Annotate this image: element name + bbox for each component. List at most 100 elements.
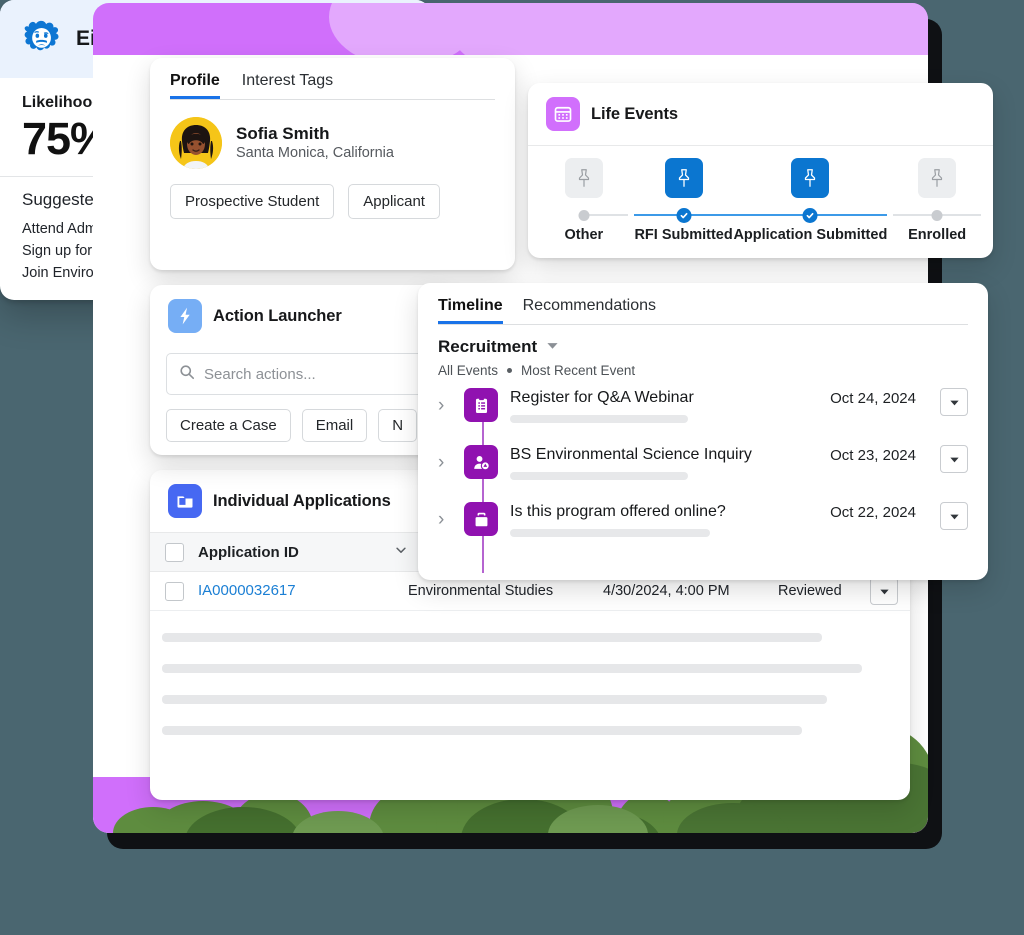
select-all-checkbox[interactable] [164,542,184,562]
skeleton-row [162,726,802,735]
pill-prospective-student[interactable]: Prospective Student [170,184,335,219]
step-dot [578,210,590,221]
action-buttons: Create a Case Email N [150,395,450,442]
timeline-section-label: Recruitment [438,337,538,356]
profile-identity-row: Sofia Smith Santa Monica, California [150,100,515,169]
profile-tabs: Profile Interest Tags [150,58,515,99]
step-dot-checked [676,208,692,223]
filter-separator-dot [507,368,513,373]
life-event-step-rfi-submitted[interactable]: RFI Submitted [633,158,734,243]
life-event-step-application-submitted[interactable]: Application Submitted [733,158,888,243]
action-launcher-header: Action Launcher [150,285,450,347]
pill-applicant[interactable]: Applicant [348,184,440,219]
create-a-case-button[interactable]: Create a Case [166,409,291,442]
individual-applications-title: Individual Applications [213,491,391,510]
row-checkbox-cell[interactable] [150,581,198,601]
timeline-item-placeholder [510,415,688,424]
life-events-card: Life Events Other RFI Submitted Applicat… [528,83,993,258]
timeline-item-body: Register for Q&A Webinar [510,388,818,424]
row-actions-button[interactable] [870,577,898,605]
chevron-down-icon[interactable] [546,337,559,357]
expand-chevron-icon[interactable]: › [438,388,452,415]
cell-datetime: 4/30/2024, 4:00 PM [603,583,730,599]
filter-most-recent-event[interactable]: Most Recent Event [521,363,635,378]
life-events-header: Life Events [528,83,993,145]
pin-icon [918,158,957,198]
skeleton-row [162,664,862,673]
step-track [534,204,634,226]
select-all-checkbox-cell[interactable] [150,542,198,562]
lightning-icon [168,299,202,333]
profile-card: Profile Interest Tags Sofia Smith Santa … [150,58,515,270]
search-icon [179,364,195,385]
einstein-icon [22,20,62,59]
timeline-item-actions-button[interactable] [940,388,968,416]
tab-recommendations[interactable]: Recommendations [523,297,656,324]
expand-chevron-icon[interactable]: › [438,502,452,529]
search-placeholder: Search actions... [204,365,316,383]
profile-identity-text: Sofia Smith Santa Monica, California [236,123,394,164]
person-inquiry-icon [464,445,498,479]
life-event-step-enrolled[interactable]: Enrolled [887,158,987,243]
search-input[interactable]: Search actions... [166,353,434,395]
life-event-step-other[interactable]: Other [534,158,634,243]
step-track [733,204,888,226]
list-item[interactable]: › Is this program offered online? Oct 22… [438,502,968,559]
profile-location: Santa Monica, California [236,144,394,161]
email-button[interactable]: Email [301,409,368,442]
timeline-item-actions-button[interactable] [940,502,968,530]
step-label: Other [564,227,604,243]
step-track [887,204,987,226]
step-track [633,204,734,226]
timeline-item-actions-button[interactable] [940,445,968,473]
skeleton-row [162,695,827,704]
row-checkbox[interactable] [164,581,184,601]
timeline-card: Timeline Recommendations Recruitment All… [418,283,988,580]
step-label: RFI Submitted [634,227,733,243]
column-header-label: Application ID [198,543,299,561]
timeline-item-title: BS Environmental Science Inquiry [510,446,752,463]
life-events-title: Life Events [591,104,678,123]
tab-profile[interactable]: Profile [170,72,220,99]
briefcase-icon [464,502,498,536]
cell-application-id[interactable]: IA0000032617 [198,582,408,600]
timeline-item-title: Is this program offered online? [510,503,726,520]
pin-icon [564,158,603,198]
expand-chevron-icon[interactable]: › [438,445,452,472]
third-action-button-truncated[interactable]: N [378,409,418,442]
avatar-illustration [170,117,222,169]
profile-pills: Prospective Student Applicant [150,169,515,219]
list-item[interactable]: › Register for Q&A Webinar Oct 24, 2024 [438,388,968,445]
timeline-tabs: Timeline Recommendations [418,283,988,324]
timeline-item-body: Is this program offered online? [510,502,818,538]
life-events-stepper: Other RFI Submitted Application Submitte… [528,146,993,243]
profile-name: Sofia Smith [236,123,330,143]
cell-status: Reviewed [778,583,842,599]
avatar [170,117,222,169]
pin-icon [791,158,830,198]
tab-timeline[interactable]: Timeline [438,297,503,324]
action-launcher-title: Action Launcher [213,306,342,325]
column-application-id[interactable]: Application ID [198,543,426,561]
timeline-section-selector[interactable]: Recruitment [418,325,988,357]
folder-icon [168,484,202,518]
timeline-item-body: BS Environmental Science Inquiry [510,445,818,481]
timeline-item-placeholder [510,529,710,538]
chevron-down-icon[interactable] [394,543,408,561]
timeline-filters: All Events Most Recent Event [418,357,988,378]
step-dot [931,210,943,221]
step-label: Enrolled [908,227,967,243]
calendar-icon [546,97,580,131]
cell-program: Environmental Studies [408,583,554,599]
timeline-item-placeholder [510,472,688,481]
timeline-item-title: Register for Q&A Webinar [510,389,694,406]
step-dot-checked [802,208,818,223]
screenshot-stage: Profile Interest Tags Sofia Smith Santa … [0,0,1024,935]
list-item[interactable]: › BS Environmental Science Inquiry Oct 2… [438,445,968,502]
clipboard-icon [464,388,498,422]
application-id-link[interactable]: IA0000032617 [198,582,296,599]
timeline-list: › Register for Q&A Webinar Oct 24, 2024 [418,378,988,573]
tab-interest-tags[interactable]: Interest Tags [242,72,333,99]
filter-all-events[interactable]: All Events [438,363,498,378]
timeline-item-date: Oct 22, 2024 [830,504,916,521]
